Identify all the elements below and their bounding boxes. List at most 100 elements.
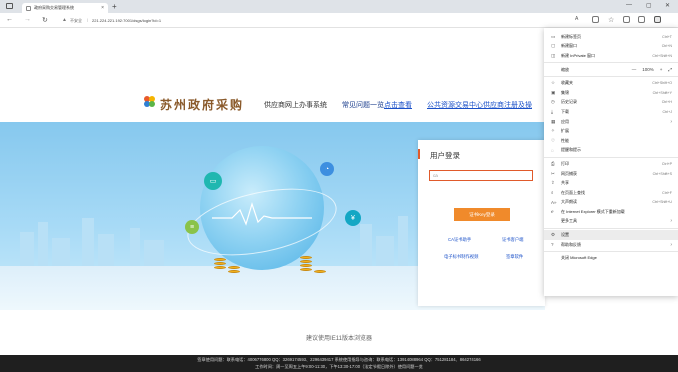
menu-item-label: 大声朗读: [561, 199, 577, 205]
menu-shortcut: Ctrl+H: [661, 100, 672, 105]
menu-item-label: 提醒和提示: [561, 147, 581, 153]
menu-item-label: 在页面上查找: [561, 189, 585, 195]
menu-shortcut: Ctrl+Shift+O: [652, 81, 672, 86]
menu-item-label: 新建 InPrivate 窗口: [561, 52, 596, 58]
menu-share[interactable]: ⇪ 共享: [544, 178, 678, 188]
menu-shortcut: Ctrl+T: [662, 34, 672, 39]
menu-help[interactable]: ? 帮助和反馈 ›: [544, 240, 678, 250]
menu-item-label: 新建标签页: [561, 33, 581, 39]
url-input[interactable]: 221.224.221.192:7001/dsgs/login?id=1: [92, 18, 161, 23]
menu-more-tools[interactable]: 更多工具 ›: [544, 217, 678, 227]
menu-new-inprivate[interactable]: ◫ 新建 InPrivate 窗口 Ctrl+Shift+N: [544, 51, 678, 61]
menu-item-label: 设置: [561, 232, 569, 238]
footer: 签章使用问题：联系电话：4006776800 QQ：3269174593、229…: [0, 355, 678, 372]
back-icon[interactable]: ←: [6, 16, 13, 23]
login-panel: 用户登录 证书Key登录 CA证书助手 证书客户端 电子标书制作视频 签章软件: [418, 140, 545, 306]
split-screen-icon[interactable]: [623, 16, 630, 23]
menu-web-capture[interactable]: ✂ 网页捕获 Ctrl+Shift+S: [544, 169, 678, 179]
menu-apps[interactable]: ▦ 应用 ›: [544, 117, 678, 127]
help-icon: ?: [551, 242, 554, 248]
menu-item-label: 帮助和反馈: [561, 241, 581, 247]
menu-divider: [544, 62, 678, 64]
menu-shortcut: Ctrl+Shift+N: [652, 53, 672, 58]
zoom-icon[interactable]: [592, 16, 599, 23]
menu-favorites[interactable]: ☆ 收藏夹 Ctrl+Shift+O: [544, 78, 678, 88]
fullscreen-icon[interactable]: ⤢: [668, 67, 672, 72]
more-menu-icon[interactable]: [654, 16, 661, 23]
coin-icon: ¥: [345, 210, 361, 226]
menu-item-label: 性能: [561, 137, 569, 143]
menu-new-tab[interactable]: ▭ 新建标签页 Ctrl+T: [544, 32, 678, 42]
chevron-right-icon: ›: [670, 218, 672, 225]
warning-icon[interactable]: ▲: [62, 17, 67, 23]
extensions-icon: ✧: [551, 128, 555, 134]
menu-collections[interactable]: ▣ 集锦 Ctrl+Shift+Y: [544, 88, 678, 98]
address-bar: ← → ↻ ▲ 不安全 | 221.224.221.192:7001/dsgs/…: [0, 13, 678, 28]
history-icon: ◷: [551, 99, 555, 105]
site-logo-text: 苏州政府采购: [160, 98, 245, 112]
menu-find[interactable]: ⌕ 在页面上查找 Ctrl+F: [544, 188, 678, 198]
ca-helper-link[interactable]: CA证书助手: [448, 237, 471, 243]
registration-guide-link[interactable]: 公共资源交易中心供应商注册及操: [427, 100, 532, 110]
bid-video-link[interactable]: 电子标书制作视频: [444, 254, 478, 260]
close-tab-icon[interactable]: ×: [101, 5, 104, 11]
menu-extensions[interactable]: ✧ 扩展: [544, 126, 678, 136]
performance-icon: ♡: [551, 137, 556, 143]
collections-icon: ▣: [551, 89, 556, 95]
zoom-controls: — 100% + ⤢: [632, 67, 672, 72]
menu-ie-mode[interactable]: ℯ 在 Internet Explorer 模式下重新加载: [544, 207, 678, 217]
menu-shortcut: Ctrl+J: [662, 109, 673, 114]
tab-title: 政府采购交易管理系统: [34, 5, 74, 10]
menu-read-aloud[interactable]: A» 大声朗读 Ctrl+Shift+U: [544, 198, 678, 208]
menu-item-label: 关闭 Microsoft Edge: [561, 255, 597, 261]
apps-icon: ▦: [551, 118, 556, 124]
refresh-icon[interactable]: ↻: [42, 16, 48, 24]
menu-history[interactable]: ◷ 历史记录 Ctrl+H: [544, 98, 678, 108]
menu-performance[interactable]: ♡ 性能: [544, 136, 678, 146]
username-input[interactable]: [429, 170, 533, 181]
menu-item-label: 打印: [561, 160, 569, 166]
menu-item-label: 历史记录: [561, 99, 577, 105]
monitor-icon: ▭: [204, 172, 222, 190]
menu-item-label: 在 Internet Explorer 模式下重新加载: [561, 208, 625, 214]
menu-shortcut: Ctrl+Shift+U: [652, 200, 672, 205]
share-icon: ⇪: [551, 180, 555, 186]
zoom-in-button[interactable]: +: [660, 67, 663, 72]
maximize-icon[interactable]: ▢: [646, 2, 652, 9]
system-name: 供应商网上办事系统: [264, 102, 327, 109]
favorite-star-icon[interactable]: ☆: [608, 16, 614, 24]
profile-icon[interactable]: [638, 16, 645, 23]
menu-downloads[interactable]: ⤓ 下载 Ctrl+J: [544, 107, 678, 117]
signature-software-link[interactable]: 签章软件: [506, 254, 523, 260]
menu-close-edge[interactable]: 关闭 Microsoft Edge: [544, 253, 678, 263]
security-status[interactable]: 不安全: [70, 18, 82, 24]
tab-actions-icon[interactable]: [6, 3, 13, 9]
menu-print[interactable]: ⎙ 打印 Ctrl+P: [544, 159, 678, 169]
menu-new-window[interactable]: ▢ 新建窗口 Ctrl+N: [544, 42, 678, 52]
menu-shortcut: Ctrl+F: [662, 190, 672, 195]
new-window-icon: ▢: [551, 43, 556, 49]
print-icon: ⎙: [551, 161, 555, 167]
read-aloud-icon[interactable]: A: [575, 16, 578, 22]
menu-alerts[interactable]: ◌ 提醒和提示: [544, 146, 678, 156]
inprivate-icon: ◫: [551, 52, 556, 58]
menu-item-label: 共享: [561, 180, 569, 186]
ukey-login-button[interactable]: 证书Key登录: [454, 208, 510, 221]
zoom-out-button[interactable]: —: [632, 67, 637, 72]
chevron-right-icon: ›: [670, 118, 672, 125]
menu-divider: [544, 227, 678, 229]
close-window-icon[interactable]: ✕: [665, 2, 670, 9]
title-bar: 政府采购交易管理系统 × + — ▢ ✕: [0, 0, 678, 13]
settings-icon: ⚙: [551, 232, 556, 238]
faq-link[interactable]: 点击查看: [384, 102, 412, 109]
cert-client-link[interactable]: 证书客户端: [502, 237, 523, 243]
new-tab-icon[interactable]: +: [112, 2, 117, 11]
forward-icon[interactable]: →: [24, 16, 31, 23]
minimize-icon[interactable]: —: [626, 2, 632, 8]
chart-icon: ◔: [320, 162, 334, 176]
menu-settings[interactable]: ⚙ 设置: [544, 230, 678, 240]
menu-item-label: 集锦: [561, 89, 569, 95]
pulse-line-graphic: [212, 202, 312, 226]
browser-tab[interactable]: 政府采购交易管理系统 ×: [22, 3, 108, 13]
page-favicon-icon: [26, 5, 31, 11]
